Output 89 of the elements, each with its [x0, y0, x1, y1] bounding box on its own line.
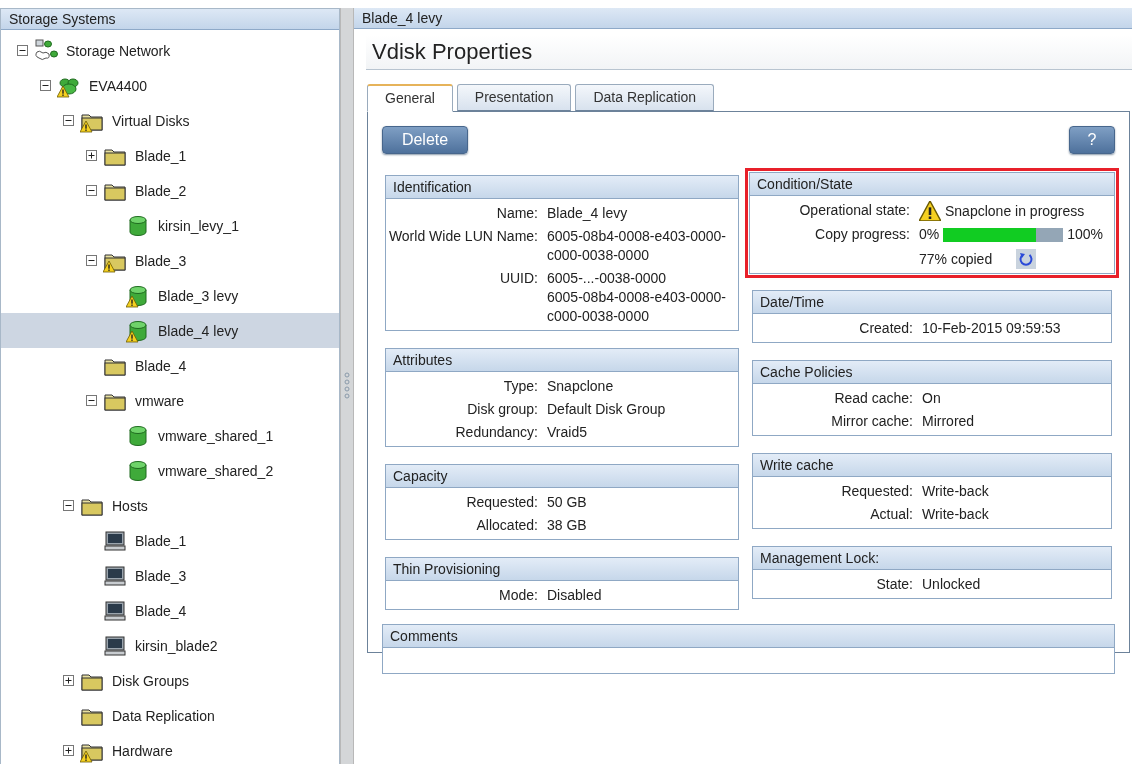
tree-item[interactable]: Blade_4 — [1, 593, 340, 628]
tree-item[interactable]: Data Replication — [1, 698, 340, 733]
field-label: Mirror cache: — [830, 412, 913, 431]
field-value: 6005-08b4-0008-e403-0000- — [547, 227, 728, 246]
field-value: 10-Feb-2015 09:59:53 — [922, 319, 1062, 338]
field-label: Operational state: — [798, 201, 910, 220]
tree-item[interactable]: vmware — [1, 383, 340, 418]
tree-item[interactable]: Blade_1 — [1, 523, 340, 558]
field-label: Created: — [858, 319, 913, 338]
tree-item[interactable]: Virtual Disks — [1, 103, 340, 138]
section-header: Thin Provisioning — [386, 558, 738, 581]
section-header: Management Lock: — [753, 547, 1111, 570]
field-value: c000-0038-0000 — [547, 307, 650, 326]
field-value: c000-0038-0000 — [547, 246, 650, 265]
field-label: Mode: — [498, 586, 538, 605]
section-header: Comments — [383, 625, 1114, 648]
expand-toggle[interactable] — [63, 675, 74, 686]
field-value: 50 GB — [547, 493, 588, 512]
tree-item[interactable]: EVA4400 — [1, 68, 340, 103]
tree-item[interactable]: Blade_2 — [1, 173, 340, 208]
field-value: Default Disk Group — [547, 400, 667, 419]
field-label: World Wide LUN Name: — [387, 227, 538, 246]
field-value: Write-back — [922, 482, 990, 501]
field-label: Name: — [495, 204, 538, 223]
progress-caption: 77% copied — [919, 249, 993, 269]
field-value: Vraid5 — [547, 423, 588, 442]
field-label: State: — [875, 575, 913, 594]
pane-header: Storage Systems — [1, 9, 340, 30]
tree-item[interactable]: Storage Network — [1, 33, 340, 68]
field-value: 6005-08b4-0008-e403-0000- — [547, 288, 728, 307]
field-value: Disabled — [547, 586, 603, 605]
expand-toggle[interactable] — [63, 745, 74, 756]
field-value: 6005-...-0038-0000 — [547, 269, 668, 288]
tree-item[interactable]: kirsin_levy_1 — [1, 208, 340, 243]
field-value: Snapclone in progress — [945, 201, 1085, 221]
delete-button[interactable]: Delete — [382, 126, 468, 154]
tree-item[interactable]: vmware_shared_2 — [1, 453, 340, 488]
section-header: Date/Time — [753, 291, 1111, 314]
section-header: Identification — [386, 176, 738, 199]
tree-item[interactable]: Blade_1 — [1, 138, 340, 173]
collapse-toggle[interactable] — [86, 185, 97, 196]
field-label: Redundancy: — [454, 423, 538, 442]
field-label: UUID: — [498, 269, 538, 288]
collapse-toggle[interactable] — [86, 395, 97, 406]
field-label: Read cache: — [833, 389, 913, 408]
tree-item[interactable]: kirsin_blade2 — [1, 628, 340, 663]
tab[interactable]: Presentation — [456, 84, 572, 111]
field-label: Actual: — [869, 505, 913, 524]
warning-icon — [919, 201, 941, 221]
section-header: Condition/State — [750, 173, 1114, 196]
field-value: 38 GB — [547, 516, 588, 535]
tree-item[interactable]: Disk Groups — [1, 663, 340, 698]
field-value: Blade_4 levy — [547, 204, 629, 223]
collapse-toggle[interactable] — [17, 45, 28, 56]
tab[interactable]: General — [367, 84, 453, 112]
field-label: Allocated: — [475, 516, 538, 535]
tree-item[interactable]: Blade_3 — [1, 558, 340, 593]
section-header: Cache Policies — [753, 361, 1111, 384]
tree-item[interactable]: Hardware — [1, 733, 340, 764]
splitter-handle[interactable] — [340, 8, 354, 764]
pane-header: Blade_4 levy — [354, 8, 1132, 29]
expand-toggle[interactable] — [86, 150, 97, 161]
field-label: Copy progress: — [814, 225, 910, 244]
field-label: Type: — [502, 377, 538, 396]
progress-min-label: 0% — [919, 225, 940, 244]
tree-item[interactable]: Hosts — [1, 488, 340, 523]
collapse-toggle[interactable] — [63, 115, 74, 126]
section-header: Capacity — [386, 465, 738, 488]
section-header: Write cache — [753, 454, 1111, 477]
field-value: Mirrored — [922, 412, 976, 431]
field-value: Write-back — [922, 505, 990, 524]
collapse-toggle[interactable] — [63, 500, 74, 511]
progress-max-label: 100% — [1067, 225, 1104, 244]
field-label: Disk group: — [466, 400, 538, 419]
collapse-toggle[interactable] — [40, 80, 51, 91]
field-label: Requested: — [840, 482, 913, 501]
tree-item[interactable]: Blade_3 levy — [1, 278, 340, 313]
tree-item[interactable]: vmware_shared_1 — [1, 418, 340, 453]
tree-item[interactable]: Blade_4 levy — [1, 313, 340, 348]
field-label: Requested: — [465, 493, 538, 512]
field-value: Unlocked — [922, 575, 982, 594]
tab[interactable]: Data Replication — [575, 84, 715, 111]
field-value: Snapclone — [547, 377, 615, 396]
section-header: Attributes — [386, 349, 738, 372]
tree-item[interactable]: Blade_4 — [1, 348, 340, 383]
refresh-button[interactable] — [1016, 249, 1037, 269]
field-value: On — [922, 389, 942, 408]
collapse-toggle[interactable] — [86, 255, 97, 266]
tree-item[interactable]: Blade_3 — [1, 243, 340, 278]
